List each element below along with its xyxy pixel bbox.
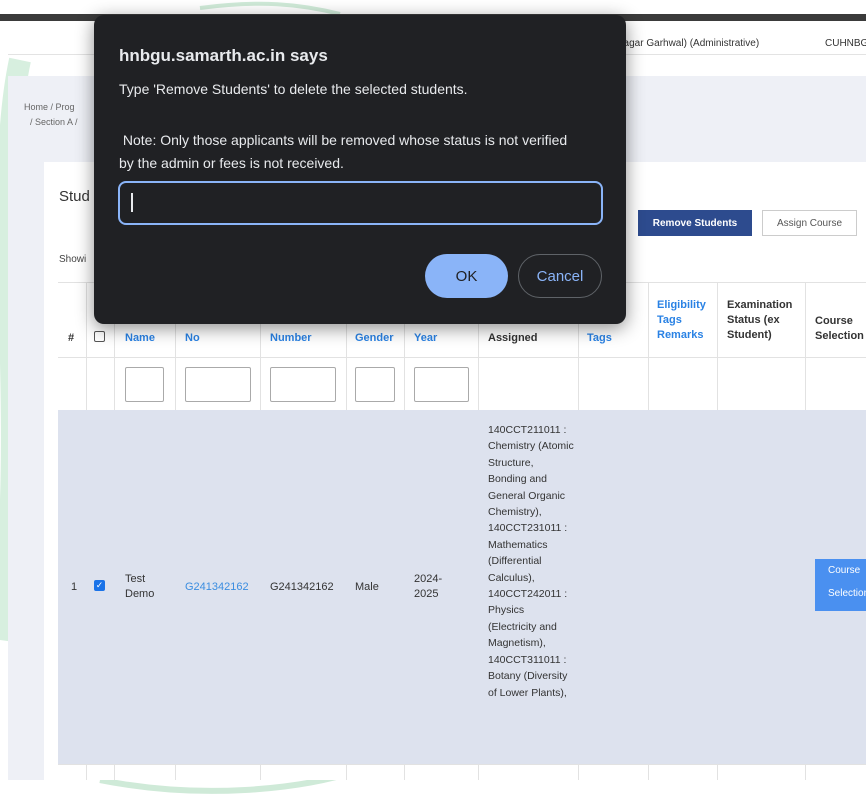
select-all-checkbox[interactable] (94, 331, 105, 342)
assign-course-button[interactable]: Assign Course (762, 210, 857, 236)
showing-summary: Showi (59, 254, 87, 265)
filter-roll-input[interactable] (270, 367, 336, 402)
academic-year: 2024-2025 (414, 573, 443, 600)
page: nagar Garhwal) (Administrative) CUHNBGU … (0, 0, 866, 795)
header-brand[interactable]: CUHNBGU (825, 38, 866, 49)
header-user-role[interactable]: nagar Garhwal) (Administrative) (618, 38, 759, 49)
header-name[interactable]: Name (125, 331, 155, 346)
student-name: Test Demo (125, 573, 155, 600)
table-row (58, 410, 866, 764)
dialog-note: Note: Only those applicants will be remo… (119, 132, 568, 171)
remove-students-button[interactable]: Remove Students (638, 210, 752, 236)
enrollment-number-link[interactable]: G241342162 (185, 580, 249, 595)
filter-year-input[interactable] (414, 367, 469, 402)
header-eligibility-remarks[interactable]: Eligibility Tags Remarks (657, 298, 713, 343)
table-header-divider (58, 357, 866, 358)
row-divider (58, 764, 866, 765)
header-enrollment-no[interactable]: No (185, 331, 200, 346)
header-gender[interactable]: Gender (355, 331, 394, 346)
header-course-assigned: Assigned (488, 332, 538, 344)
header-academic-year[interactable]: Year (414, 331, 437, 346)
ok-button[interactable]: OK (425, 254, 508, 298)
filter-enrollment-input[interactable] (185, 367, 251, 402)
confirm-text-input[interactable] (118, 181, 603, 225)
row-checkbox[interactable]: ✓ (94, 580, 105, 591)
gender: Male (355, 581, 379, 593)
row-index: 1 (71, 581, 78, 593)
header-exam-status: Examination Status (ex Student) (727, 299, 793, 341)
header-index: # (68, 332, 75, 344)
breadcrumb[interactable]: Home / Prog (24, 102, 75, 112)
filter-gender-input[interactable] (355, 367, 395, 402)
card-title: Stud (59, 188, 90, 205)
roll-number: G241342162 (270, 581, 334, 593)
header-eligibility-tags[interactable]: Tags (587, 331, 612, 346)
dialog-title: hnbgu.samarth.ac.in says (119, 46, 328, 65)
header-roll-number[interactable]: Number (270, 331, 312, 346)
text-caret (131, 193, 133, 212)
course-selection-button[interactable]: Course Selection (815, 559, 866, 611)
breadcrumb-continued[interactable]: / Section A / (30, 117, 78, 127)
header-course-selection: Course Selection (815, 315, 864, 342)
course-assigned-cell: 140CCT211011 : Chemistry (Atomic Structu… (488, 424, 574, 699)
filter-name-input[interactable] (125, 367, 164, 402)
dialog-message: Type 'Remove Students' to delete the sel… (119, 81, 468, 97)
cancel-button[interactable]: Cancel (518, 254, 602, 298)
